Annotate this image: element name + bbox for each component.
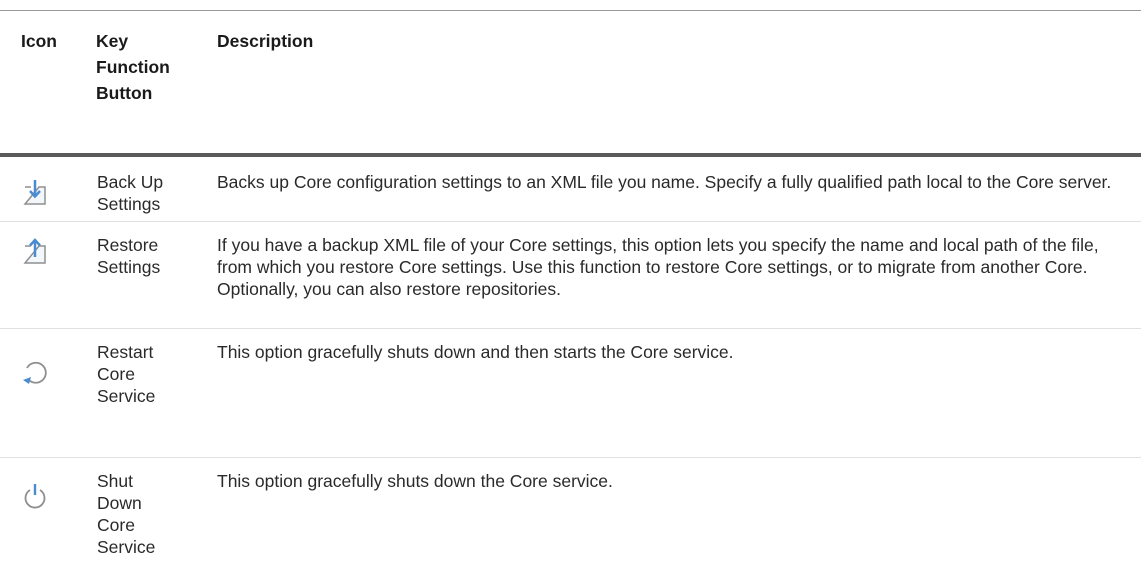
row-key-restart-core-service: Restart Core Service — [97, 342, 156, 406]
header-divider — [0, 153, 1141, 157]
row-divider — [0, 328, 1141, 329]
row-description-back-up-settings: Backs up Core configuration settings to … — [217, 172, 1112, 192]
header-icon: Icon — [21, 31, 57, 51]
header-key-function-button: Key Function Button — [96, 31, 170, 103]
row-description-restore-settings: If you have a backup XML file of your Co… — [217, 235, 1099, 299]
backup-settings-icon — [20, 177, 50, 207]
restore-settings-icon — [20, 236, 50, 266]
restart-icon — [20, 358, 50, 388]
row-divider — [0, 221, 1141, 222]
row-description-restart-core-service: This option gracefully shuts down and th… — [217, 342, 734, 362]
row-divider — [0, 457, 1141, 458]
row-key-shut-down-core-service: Shut Down Core Service — [97, 471, 156, 557]
row-key-back-up-settings: Back Up Settings — [97, 172, 164, 214]
top-divider — [0, 10, 1141, 11]
power-icon — [20, 481, 50, 511]
row-description-shut-down-core-service: This option gracefully shuts down the Co… — [217, 471, 613, 491]
key-function-table: Icon Key Function Button Description Bac… — [0, 0, 1141, 583]
row-key-restore-settings: Restore Settings — [97, 235, 161, 277]
header-description: Description — [217, 31, 314, 51]
